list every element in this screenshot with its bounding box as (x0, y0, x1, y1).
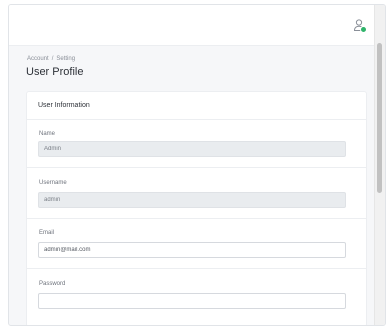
card-title: User Information (38, 102, 90, 109)
username-label: Username (39, 180, 67, 186)
divider (26, 167, 367, 168)
user-menu-button[interactable] (351, 17, 367, 33)
username-field[interactable] (38, 192, 346, 208)
breadcrumb-separator: / (51, 56, 54, 62)
name-field[interactable] (38, 141, 346, 157)
breadcrumb-account[interactable]: Account (27, 56, 49, 62)
user-information-card: User Information (26, 91, 367, 325)
breadcrumb: Account / Setting (27, 56, 75, 62)
divider (26, 218, 367, 219)
password-field[interactable] (38, 293, 346, 309)
app-window: Account / Setting User Profile User Inform… (8, 4, 386, 326)
top-navbar (9, 5, 377, 46)
password-label: Password (39, 281, 66, 287)
breadcrumb-setting[interactable]: Setting (56, 56, 75, 62)
vertical-scrollbar[interactable] (374, 5, 385, 325)
page-title: User Profile (26, 66, 84, 78)
email-field[interactable] (38, 242, 346, 258)
scrollbar-thumb[interactable] (377, 43, 382, 193)
email-label: Email (39, 230, 55, 236)
name-label: Name (39, 131, 56, 137)
online-status-dot (360, 26, 367, 33)
divider (26, 268, 367, 269)
card-header: User Information (27, 92, 366, 120)
